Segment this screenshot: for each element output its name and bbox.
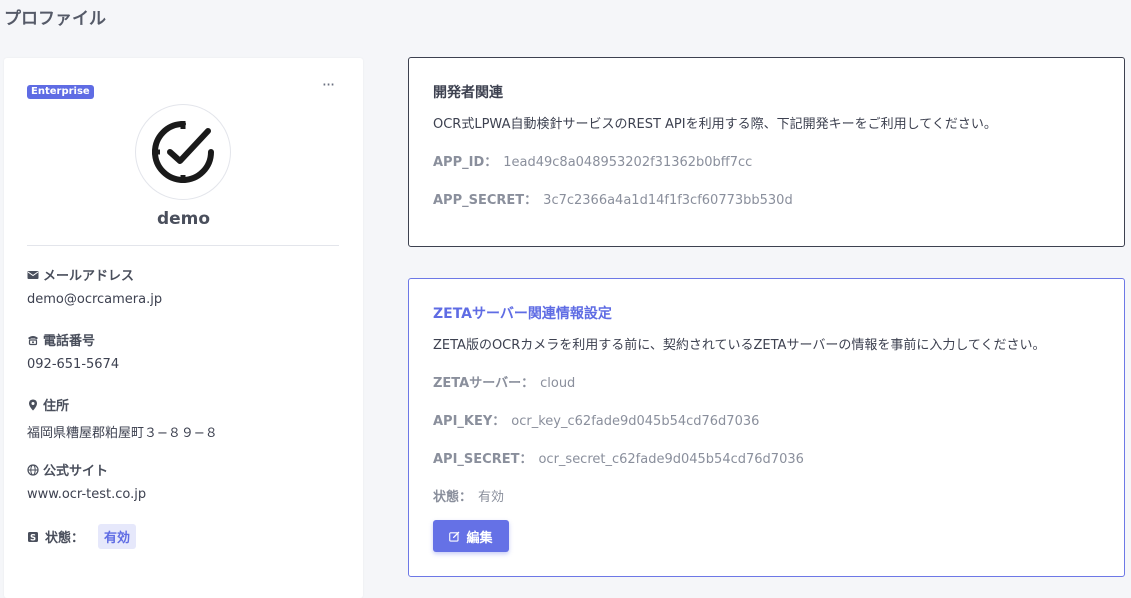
email-value: demo@ocrcamera.jp xyxy=(27,292,163,307)
username: demo xyxy=(156,209,211,229)
clock-check-icon xyxy=(152,121,214,183)
edit-icon xyxy=(449,531,460,542)
developer-description: OCR式LPWA自動検針サービスのREST APIを利用する際、下記開発キーをご… xyxy=(433,117,997,132)
globe-icon xyxy=(27,463,39,476)
email-label: メールアドレス xyxy=(27,265,134,284)
api-key-label: API_KEY： xyxy=(433,414,506,429)
status-icon: S xyxy=(28,531,38,543)
app-id-row: APP_ID： 1ead49c8a048953202f31362b0bff7cc xyxy=(433,151,752,170)
website-value: www.ocr-test.co.jp xyxy=(27,487,147,502)
zeta-status-row: 状態： 有効 xyxy=(433,486,504,505)
phone-label-text: 電話番号 xyxy=(43,334,96,349)
enterprise-badge: Enterprise xyxy=(27,85,94,99)
zeta-status-label: 状態： xyxy=(433,490,473,505)
zeta-server-label: ZETAサーバー： xyxy=(433,376,535,391)
email-label-text: メールアドレス xyxy=(43,269,135,284)
app-secret-value: 3c7c2366a4a1d14f1f3cf60773bb530d xyxy=(543,193,793,208)
edit-button-label: 編集 xyxy=(466,530,493,546)
api-secret-label: API_SECRET： xyxy=(433,452,533,467)
zeta-server-row: ZETAサーバー： cloud xyxy=(433,372,575,391)
status-row: S 状態： 有効 xyxy=(27,524,137,549)
developer-title: 開発者関連 xyxy=(433,85,503,101)
website-label-text: 公式サイト xyxy=(43,464,109,479)
edit-button[interactable]: 編集 xyxy=(433,520,509,552)
address-label-text: 住所 xyxy=(43,399,70,414)
svg-text:S: S xyxy=(30,533,36,543)
address-value: 福岡県糟屋郡粕屋町３−８９−８ xyxy=(27,426,218,441)
developer-panel: 開発者関連 OCR式LPWA自動検針サービスのREST APIを利用する際、下記… xyxy=(408,57,1125,247)
website-label: 公式サイト xyxy=(27,460,108,479)
address-label: 住所 xyxy=(27,395,69,414)
map-pin-icon xyxy=(29,399,37,410)
page-title: プロファイル xyxy=(4,9,106,29)
more-options-button[interactable]: ··· xyxy=(318,77,338,96)
api-key-row: API_KEY： ocr_key_c62fade9d045b54cd76d7036 xyxy=(433,410,759,429)
divider xyxy=(27,245,339,246)
profile-card: Enterprise ··· demo メールアドレス demo@ocrcame… xyxy=(4,58,363,598)
phone-label: 電話番号 xyxy=(27,330,95,349)
app-id-label: APP_ID： xyxy=(433,155,498,170)
status-badge: 有効 xyxy=(98,524,137,549)
status-label: 状態： xyxy=(45,531,85,546)
api-secret-row: API_SECRET： ocr_secret_c62fade9d045b54cd7… xyxy=(433,448,804,467)
avatar xyxy=(135,104,231,200)
zeta-server-value: cloud xyxy=(540,376,576,391)
zeta-title: ZETAサーバー関連情報設定 xyxy=(433,306,612,322)
api-key-value: ocr_key_c62fade9d045b54cd76d7036 xyxy=(511,414,760,429)
zeta-panel: ZETAサーバー関連情報設定 ZETA版のOCRカメラを利用する前に、契約されて… xyxy=(408,278,1125,577)
zeta-description: ZETA版のOCRカメラを利用する前に、契約されているZETAサーバーの情報を事… xyxy=(433,338,1046,353)
app-id-value: 1ead49c8a048953202f31362b0bff7cc xyxy=(503,155,753,170)
app-secret-label: APP_SECRET： xyxy=(433,193,538,208)
phone-icon xyxy=(28,335,38,345)
phone-value: 092-651-5674 xyxy=(27,357,120,372)
api-secret-value: ocr_secret_c62fade9d045b54cd76d7036 xyxy=(538,452,804,467)
mail-icon xyxy=(27,270,39,279)
app-secret-row: APP_SECRET： 3c7c2366a4a1d14f1f3cf60773bb5… xyxy=(433,189,793,208)
zeta-status-value: 有効 xyxy=(478,490,505,505)
